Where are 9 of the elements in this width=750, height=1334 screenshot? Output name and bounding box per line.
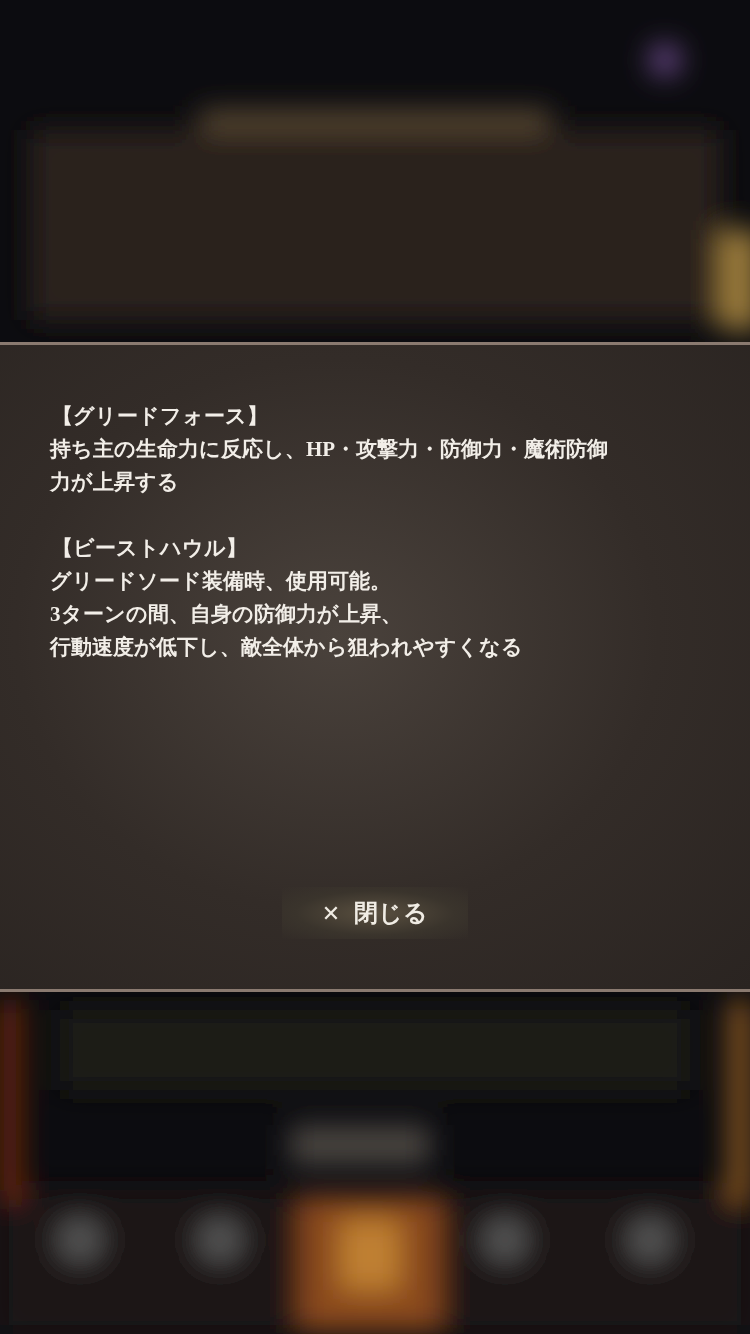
description-line: 持ち主の生命力に反応し、HP・攻撃力・防御力・魔術防御: [50, 436, 610, 463]
description-line: 力が上昇する: [50, 469, 180, 496]
skill-title: 【ビーストハウル】: [52, 535, 248, 562]
close-icon: ✕: [321, 900, 341, 926]
description-line: 行動速度が低下し、敵全体から狙われやすくなる: [50, 634, 524, 661]
close-button[interactable]: ✕ 閉じる: [281, 887, 469, 939]
skill-title: 【グリードフォース】: [52, 403, 269, 430]
description-line: グリードソード装備時、使用可能。: [50, 568, 392, 595]
description-line: 3ターンの間、自身の防御力が上昇、: [50, 601, 403, 628]
